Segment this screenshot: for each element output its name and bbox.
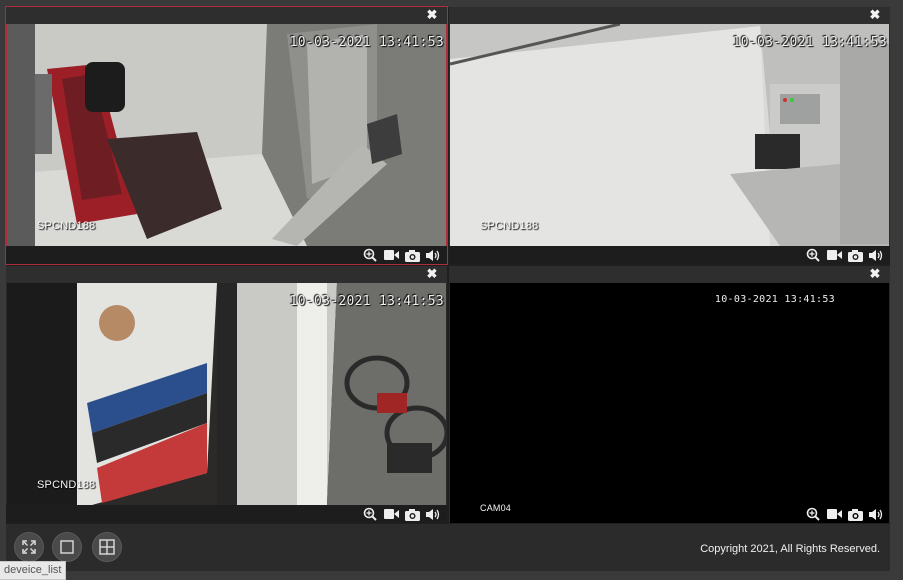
panel-header: ✖ (449, 7, 890, 24)
camera-panel-4[interactable]: ✖ 10-03-2021 13:41:53 CAM04 (449, 266, 890, 523)
camera-panel-2[interactable]: ✖ 10-03-2021 13:41:53 SPCND188 (449, 7, 890, 264)
single-view-layout-button[interactable] (52, 532, 82, 562)
copyright-text: Copyright 2021, All Rights Reserved. (700, 543, 880, 555)
camera-2-scene (450, 24, 889, 246)
volume-icon[interactable] (868, 247, 884, 263)
camera-timestamp: 10-03-2021 13:41:53 (289, 294, 444, 309)
fullscreen-icon (22, 540, 36, 554)
camera-timestamp: 10-03-2021 13:41:53 (289, 35, 444, 50)
volume-icon[interactable] (868, 506, 884, 522)
camera-1-scene (7, 24, 446, 246)
panel-controls (6, 246, 447, 264)
panel-controls (449, 505, 890, 523)
record-video-icon[interactable] (826, 506, 842, 522)
record-video-icon[interactable] (383, 247, 399, 263)
panel-controls (449, 246, 890, 264)
single-square-icon (60, 540, 74, 554)
zoom-in-icon[interactable] (362, 506, 378, 522)
snapshot-camera-icon[interactable] (404, 506, 420, 522)
panel-controls (6, 505, 447, 523)
camera-video-feed[interactable]: 10-03-2021 13:41:53 SPCND188 (450, 24, 889, 246)
camera-grid: ✖ 10-03-2021 13:41:53 SPCND188 ✖ 10-03-2… (5, 6, 890, 524)
camera-timestamp: 10-03-2021 13:41:53 (732, 35, 887, 50)
fullscreen-button[interactable] (14, 532, 44, 562)
zoom-in-icon[interactable] (805, 506, 821, 522)
camera-timestamp: 10-03-2021 13:41:53 (714, 294, 835, 305)
camera-video-feed[interactable]: 10-03-2021 13:41:53 CAM04 (450, 283, 889, 523)
status-tooltip: deveice_list (0, 561, 67, 580)
camera-panel-1[interactable]: ✖ 10-03-2021 13:41:53 SPCND188 (5, 6, 448, 265)
camera-panel-3[interactable]: ✖ 10-03-2021 13:41:53 SPCND188 (6, 266, 447, 523)
quad-view-layout-button[interactable] (92, 532, 122, 562)
close-icon[interactable]: ✖ (868, 267, 882, 281)
close-icon[interactable]: ✖ (868, 8, 882, 22)
camera-name-label: SPCND188 (37, 479, 96, 491)
snapshot-camera-icon[interactable] (404, 247, 420, 263)
record-video-icon[interactable] (383, 506, 399, 522)
camera-video-feed[interactable]: 10-03-2021 13:41:53 SPCND188 (7, 283, 446, 505)
grid-2x2-icon (99, 539, 115, 555)
volume-icon[interactable] (425, 247, 441, 263)
footer-bar: Copyright 2021, All Rights Reserved. (6, 524, 890, 571)
zoom-in-icon[interactable] (805, 247, 821, 263)
snapshot-camera-icon[interactable] (847, 247, 863, 263)
camera-name-label: SPCND188 (480, 220, 539, 232)
zoom-in-icon[interactable] (362, 247, 378, 263)
record-video-icon[interactable] (826, 247, 842, 263)
panel-header: ✖ (449, 266, 890, 283)
close-icon[interactable]: ✖ (425, 8, 439, 22)
close-icon[interactable]: ✖ (425, 267, 439, 281)
camera-video-feed[interactable]: 10-03-2021 13:41:53 SPCND188 (7, 24, 446, 246)
panel-header: ✖ (6, 266, 447, 283)
camera-3-scene (7, 283, 446, 505)
panel-header: ✖ (6, 7, 447, 24)
snapshot-camera-icon[interactable] (847, 506, 863, 522)
volume-icon[interactable] (425, 506, 441, 522)
camera-name-label: SPCND188 (37, 220, 96, 232)
